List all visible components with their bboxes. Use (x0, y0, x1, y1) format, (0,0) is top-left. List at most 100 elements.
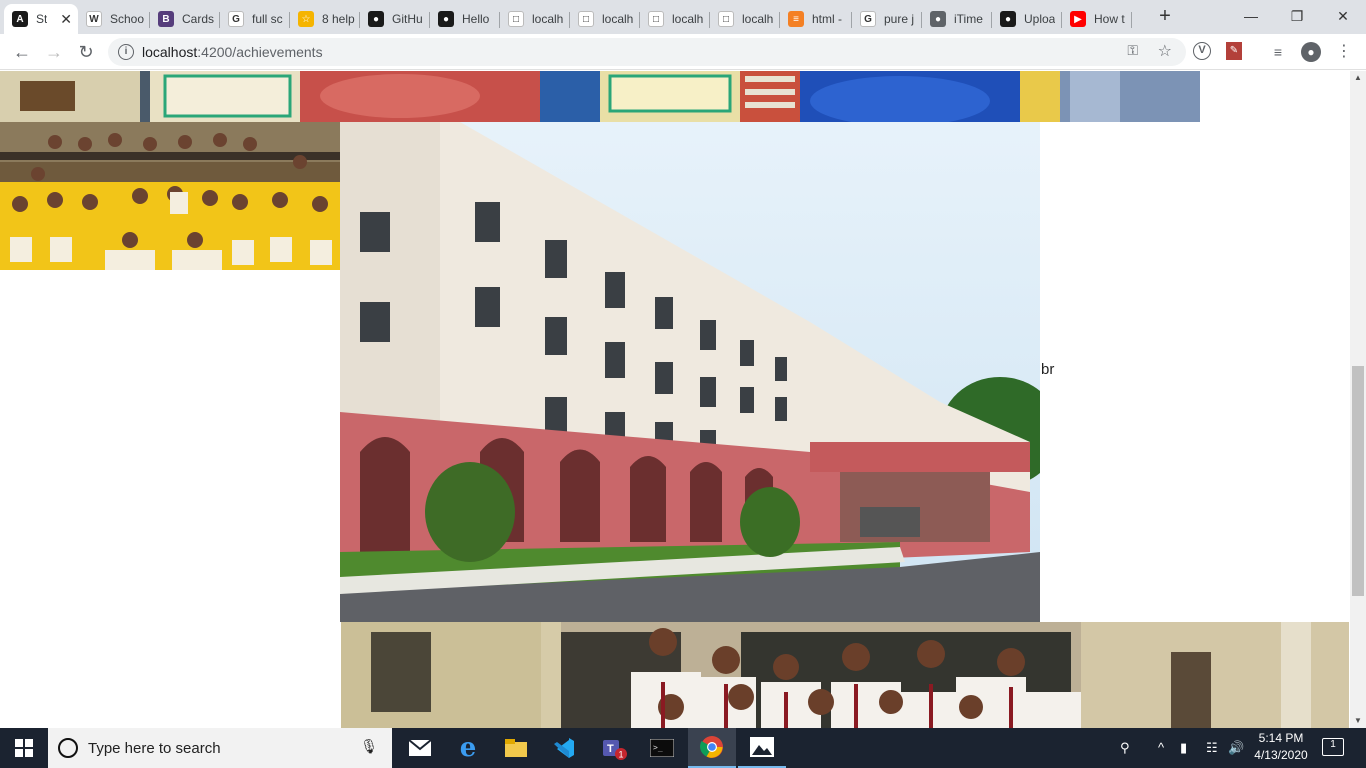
school-building-photo (340, 122, 1040, 622)
tab-separator (1131, 12, 1132, 28)
profile-avatar-icon[interactable]: ● (1301, 42, 1321, 62)
stackoverflow-icon: ≡ (788, 11, 804, 27)
tab-label: full sc (252, 12, 283, 26)
youtube-icon: ▶ (1070, 11, 1086, 27)
notification-count: 1 (1330, 739, 1336, 750)
browser-tab[interactable]: □ localh (570, 4, 640, 34)
yellow-app-icon: ☆ (298, 11, 314, 27)
students-group-photo (341, 622, 1349, 728)
tab-strip: + — ❐ ✕ A St ✕ W Schoo B Cards Gfull sc ☆ 8 help ●… (0, 0, 1366, 34)
scroll-thumb[interactable] (1352, 366, 1364, 596)
url-host: localhost (142, 44, 198, 60)
svg-text:1: 1 (619, 750, 624, 760)
system-clock[interactable]: 5:14 PM 4/13/2020 (1250, 730, 1312, 764)
tab-label: 8 help (322, 12, 355, 26)
start-button[interactable] (0, 728, 48, 768)
browser-tab[interactable]: ● Uploa (992, 4, 1062, 34)
page-viewport: br (0, 71, 1350, 728)
browser-menu-icon[interactable]: ⋮ (1334, 42, 1354, 62)
media-control-icon[interactable]: ≡ (1268, 42, 1288, 62)
people-icon[interactable]: ⚲ (1120, 740, 1130, 756)
tab-label: localh (672, 12, 704, 26)
url-path: :4200/achievements (197, 44, 323, 60)
localhost-icon: □ (578, 11, 594, 27)
browser-toolbar: ← → ↻ i localhost:4200/achievements ⚿ ☆ … (0, 34, 1366, 70)
teams-icon[interactable]: T1 (590, 728, 638, 768)
tab-label: Hello (462, 12, 490, 26)
tab-label: pure j (884, 12, 915, 26)
tab-label: Cards (182, 12, 215, 26)
localhost-icon: □ (718, 11, 734, 27)
close-tab-icon[interactable]: ✕ (60, 11, 72, 28)
wikipedia-icon: W (86, 11, 102, 27)
tab-label: localh (602, 12, 634, 26)
show-hidden-icons-icon[interactable]: ^ (1158, 740, 1164, 755)
site-info-icon[interactable]: i (118, 44, 134, 60)
forward-button[interactable]: → (40, 38, 68, 66)
page-scrollbar[interactable]: ▲ ▼ (1350, 71, 1366, 728)
photos-icon[interactable] (738, 728, 786, 768)
chrome-icon[interactable] (688, 728, 736, 768)
browser-tab[interactable]: W Schoo (78, 4, 150, 34)
vscode-icon[interactable] (540, 728, 588, 768)
address-bar[interactable]: i localhost:4200/achievements ⚿ ☆ (108, 38, 1186, 66)
angular-icon: A (12, 11, 28, 27)
browser-tab[interactable]: □ localh (710, 4, 780, 34)
windows-taskbar: Type here to search 🎙 e T1 >_ ⚲ ^ ▮ ☷ 🔊 … (0, 728, 1366, 768)
browser-tab[interactable]: □ localh (640, 4, 710, 34)
pdf-extension-icon[interactable]: ✎ (1226, 42, 1242, 60)
clock-time: 5:14 PM (1258, 731, 1304, 745)
tab-label: St (36, 12, 48, 26)
svg-text:>_: >_ (653, 743, 663, 752)
windows-logo-icon (15, 739, 33, 757)
browser-tab[interactable]: A St ✕ (4, 4, 78, 34)
google-icon: G (228, 11, 244, 27)
tab-label: How t (1094, 12, 1125, 26)
browser-tab[interactable]: Gpure j (852, 4, 922, 34)
taskbar-search-box[interactable]: Type here to search 🎙 (48, 728, 392, 768)
scroll-up-arrow-icon[interactable]: ▲ (1350, 73, 1366, 83)
action-center-icon[interactable]: 1 (1322, 738, 1344, 756)
tab-label: localh (742, 12, 774, 26)
back-button[interactable]: ← (8, 38, 36, 66)
browser-tab[interactable]: ▶ How t (1062, 4, 1132, 34)
localhost-icon: □ (648, 11, 664, 27)
tab-label: Schoo (110, 12, 145, 26)
stray-br-text: br (1041, 361, 1055, 378)
browser-tab[interactable]: ☆ 8 help (290, 4, 360, 34)
minimize-button[interactable]: — (1228, 0, 1274, 32)
mail-icon[interactable] (396, 728, 444, 768)
terminal-icon[interactable]: >_ (638, 728, 686, 768)
file-explorer-icon[interactable] (492, 728, 540, 768)
close-window-button[interactable]: ✕ (1320, 0, 1366, 32)
browser-tab[interactable]: ● GitHu (360, 4, 430, 34)
tab-label: localh (532, 12, 564, 26)
browser-tab[interactable]: ● iTime (922, 4, 992, 34)
vivaldi-extension-icon[interactable]: V (1193, 42, 1211, 60)
student-team-photo (0, 122, 340, 270)
url-text[interactable]: localhost:4200/achievements (142, 44, 323, 60)
github-icon: ● (438, 11, 454, 27)
new-tab-button[interactable]: + (1152, 5, 1178, 29)
maximize-button[interactable]: ❐ (1274, 0, 1320, 32)
bookmark-star-icon[interactable]: ☆ (1158, 41, 1172, 61)
microphone-icon[interactable]: 🎙 (360, 738, 378, 755)
battery-icon[interactable]: ▮ (1180, 740, 1187, 756)
browser-tab[interactable]: □ localh (500, 4, 570, 34)
localhost-icon: □ (508, 11, 524, 27)
github-icon: ● (368, 11, 384, 27)
tab-label: Uploa (1024, 12, 1056, 26)
browser-tab[interactable]: ≡ html - (780, 4, 852, 34)
wifi-icon[interactable]: ☷ (1206, 740, 1218, 756)
browser-tab[interactable]: ● Hello (430, 4, 500, 34)
password-key-icon[interactable]: ⚿ (1127, 42, 1138, 59)
globe-icon: ● (930, 11, 946, 27)
tab-label: GitHu (392, 12, 423, 26)
reload-button[interactable]: ↻ (72, 38, 100, 66)
scroll-down-arrow-icon[interactable]: ▼ (1350, 716, 1366, 726)
edge-browser-icon[interactable]: e (444, 728, 492, 768)
browser-tab[interactable]: B Cards (150, 4, 220, 34)
tab-label: html - (812, 12, 842, 26)
volume-icon[interactable]: 🔊 (1228, 740, 1244, 756)
browser-tab[interactable]: Gfull sc (220, 4, 290, 34)
